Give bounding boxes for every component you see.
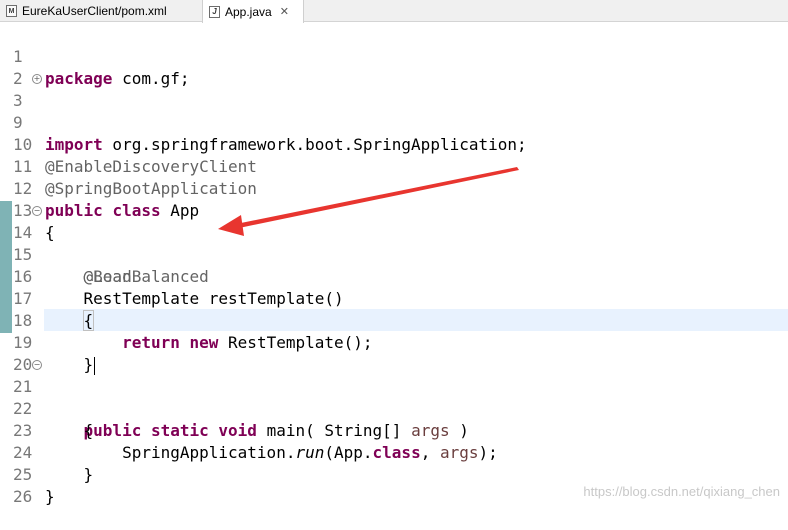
annotation-arrow: [218, 167, 519, 236]
red-arrow-icon: [236, 167, 519, 228]
red-arrowhead-icon: [218, 215, 244, 236]
